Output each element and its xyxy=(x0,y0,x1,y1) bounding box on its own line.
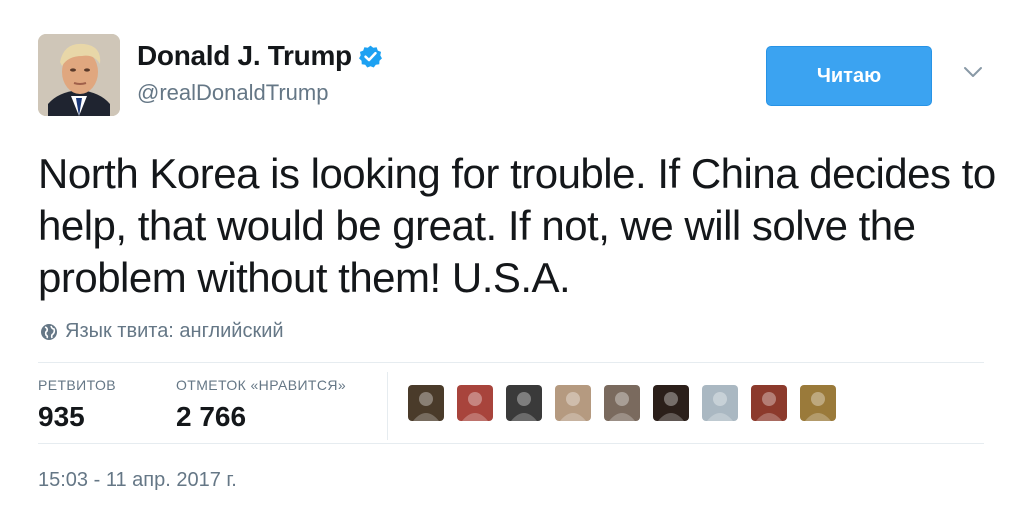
likes-label: ОТМЕТОК «НРАВИТСЯ» xyxy=(176,377,347,393)
retweet-stat[interactable]: РЕТВИТОВ 935 xyxy=(38,377,116,433)
liker-avatar[interactable] xyxy=(702,385,738,421)
verified-badge-icon xyxy=(358,45,382,68)
liker-avatars xyxy=(408,385,849,421)
avatar[interactable] xyxy=(38,34,120,116)
liker-avatar[interactable] xyxy=(751,385,787,421)
following-button[interactable]: Читаю xyxy=(766,46,932,106)
divider xyxy=(38,443,984,444)
tweet-timestamp[interactable]: 15:03 - 11 апр. 2017 г. xyxy=(38,469,237,492)
likes-count: 2 766 xyxy=(176,401,247,432)
tweet-language-label: Язык твита: английский xyxy=(65,320,284,342)
tweet-language: Язык твита: английский xyxy=(40,320,284,343)
globe-icon xyxy=(41,323,57,340)
liker-avatar[interactable] xyxy=(457,385,493,421)
author-name-row[interactable]: Donald J. Trump xyxy=(137,40,383,72)
retweet-label: РЕТВИТОВ xyxy=(38,377,116,393)
liker-avatar[interactable] xyxy=(408,385,444,421)
author-name[interactable]: Donald J. Trump xyxy=(137,40,352,72)
chevron-down-icon[interactable] xyxy=(962,64,984,80)
stats-separator xyxy=(387,372,388,440)
liker-avatar[interactable] xyxy=(800,385,836,421)
tweet-text: North Korea is looking for trouble. If C… xyxy=(38,150,996,301)
likes-stat[interactable]: ОТМЕТОК «НРАВИТСЯ» 2 766 xyxy=(176,377,346,433)
retweet-count: 935 xyxy=(38,401,85,432)
liker-avatar[interactable] xyxy=(653,385,689,421)
liker-avatar[interactable] xyxy=(555,385,591,421)
liker-avatar[interactable] xyxy=(506,385,542,421)
author-handle[interactable]: @realDonaldTrump xyxy=(137,80,328,106)
divider xyxy=(38,362,984,363)
liker-avatar[interactable] xyxy=(604,385,640,421)
